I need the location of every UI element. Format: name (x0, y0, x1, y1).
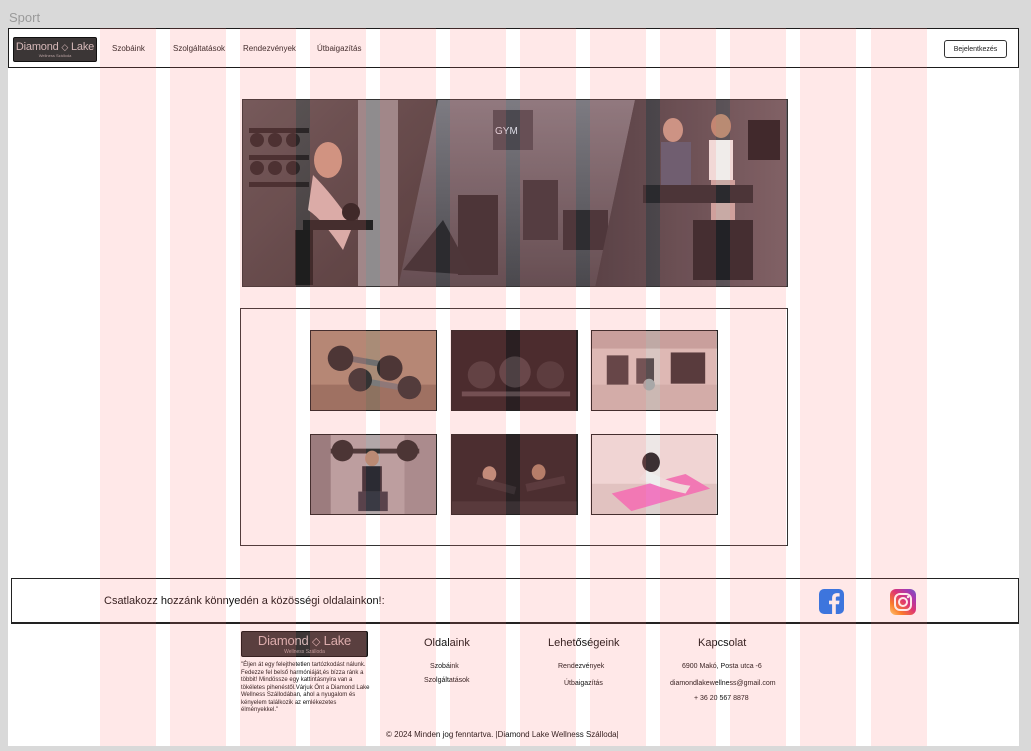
social-invite-text: Csatlakozz hozzánk könnyedén a közösségi… (104, 595, 385, 607)
photo-gallery (240, 308, 788, 546)
logo-word-right: Lake (71, 40, 95, 53)
instagram-icon[interactable] (890, 589, 916, 615)
footer: Diamond ◇ Lake Wellness Szálloda "Éljen … (11, 623, 1019, 746)
login-button[interactable]: Bejelentkezés (944, 40, 1007, 58)
footer-heading-kapcsolat: Kapcsolat (698, 637, 747, 649)
social-bar: Csatlakozz hozzánk könnyedén a közösségi… (11, 578, 1019, 623)
footer-heading-oldalaink: Oldalaink (424, 637, 470, 649)
footer-diamond-icon: ◇ (311, 635, 321, 648)
nav-link-szolgaltatasok[interactable]: Szolgáltatások (173, 44, 225, 53)
footer-logo-word-right: Lake (323, 632, 352, 648)
nav-link-szobaink[interactable]: Szobáink (112, 44, 145, 53)
gallery-photo-yoga[interactable] (591, 434, 718, 515)
footer-description: "Éljen át egy felejthetetlen tartózkodás… (241, 662, 370, 713)
footer-link-rendezvenyek[interactable]: Rendezvények (558, 663, 604, 670)
footer-heading-lehetosegeink: Lehetőségeink (548, 637, 620, 649)
gym-collage-image: GYM (243, 100, 787, 286)
facebook-icon[interactable] (819, 589, 844, 614)
logo-word-left: Diamond (15, 40, 59, 53)
footer-phone-link[interactable]: + 36 20 567 8878 (694, 695, 749, 702)
footer-address: 6900 Makó, Posta utca -6 (682, 663, 762, 670)
navbar: Diamond ◇ Lake Wellness Szálloda Szobáin… (8, 28, 1019, 68)
footer-logo[interactable]: Diamond ◇ Lake Wellness Szálloda (241, 631, 368, 657)
footer-link-utbaigazitas[interactable]: Útbaigazítás (564, 680, 603, 687)
footer-copyright: © 2024 Minden jog fenntartva. |Diamond L… (386, 730, 619, 739)
footer-email-link[interactable]: diamondlakewellness@gmail.com (670, 680, 776, 687)
footer-link-szolgaltatasok[interactable]: Szolgáltatások (424, 677, 470, 684)
page-frame: Diamond ◇ Lake Wellness Szálloda Szobáin… (8, 28, 1019, 746)
svg-text:GYM: GYM (495, 126, 518, 137)
gallery-photo-squat[interactable] (310, 434, 437, 515)
gallery-photo-weights-dark[interactable] (451, 330, 578, 411)
gallery-photo-gym-interior[interactable] (591, 330, 718, 411)
diamond-icon: ◇ (61, 41, 69, 52)
logo-subtitle: Wellness Szálloda (38, 52, 72, 58)
header-logo[interactable]: Diamond ◇ Lake Wellness Szálloda (13, 37, 97, 62)
nav-link-rendezvenyek[interactable]: Rendezvények (243, 44, 296, 53)
gallery-photo-dumbbells[interactable] (310, 330, 437, 411)
footer-link-szobaink[interactable]: Szobáink (430, 663, 459, 670)
gallery-photo-pushups[interactable] (451, 434, 578, 515)
footer-logo-subtitle: Wellness Szálloda (284, 648, 325, 655)
footer-logo-word-left: Diamond (257, 632, 309, 648)
frame-title: Sport (9, 10, 41, 25)
footer-logo-text: Diamond ◇ Lake (258, 634, 351, 649)
nav-link-utbaigazitas[interactable]: Útbaigazítás (317, 44, 361, 53)
hero-image: GYM (242, 99, 788, 287)
logo-text: Diamond ◇ Lake (15, 40, 95, 53)
